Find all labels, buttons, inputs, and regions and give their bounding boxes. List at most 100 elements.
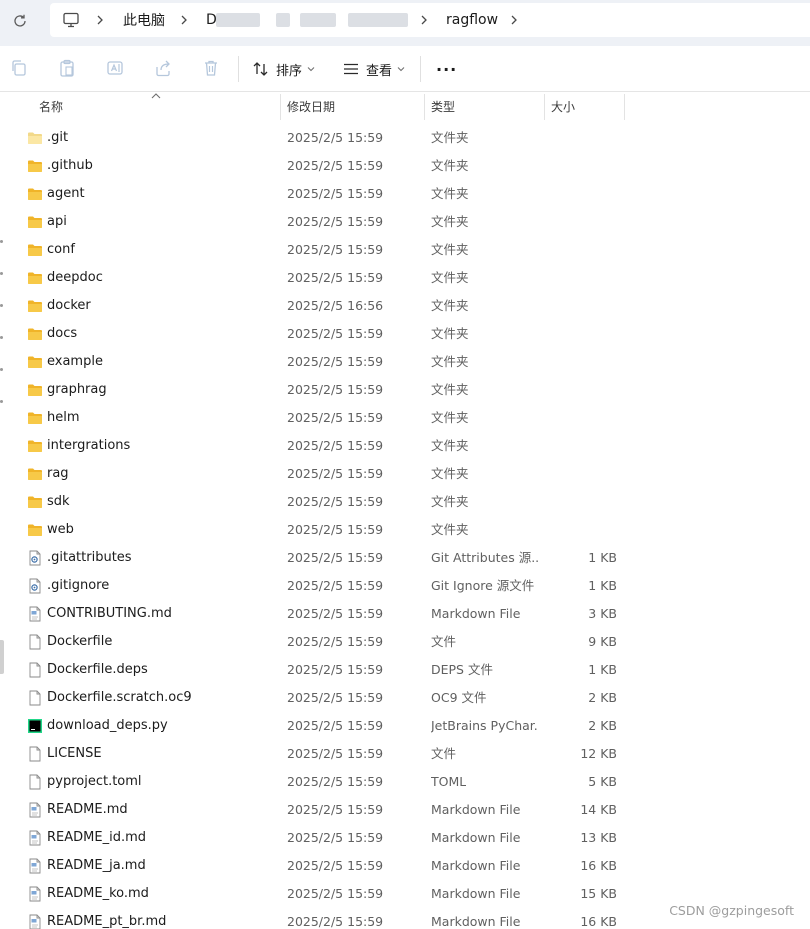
file-row[interactable]: helm 2025/2/5 15:59 文件夹 bbox=[0, 404, 810, 432]
file-name: deepdoc bbox=[47, 270, 103, 285]
column-header-name[interactable]: 名称 bbox=[39, 92, 63, 120]
file-row[interactable]: pyproject.toml 2025/2/5 15:59 TOML 5 KB bbox=[0, 768, 810, 796]
file-name: docker bbox=[47, 298, 91, 313]
breadcrumb-this-pc[interactable]: 此电脑 bbox=[123, 3, 165, 37]
file-date: 2025/2/5 15:59 bbox=[287, 914, 384, 929]
file-size: 14 KB bbox=[580, 802, 617, 817]
file-row[interactable]: .git 2025/2/5 15:59 文件夹 bbox=[0, 124, 810, 152]
file-date: 2025/2/5 15:59 bbox=[287, 214, 384, 229]
file-row[interactable]: Dockerfile 2025/2/5 15:59 文件 9 KB bbox=[0, 628, 810, 656]
file-type: Markdown File bbox=[431, 606, 521, 621]
rename-icon[interactable] bbox=[105, 58, 125, 78]
watermark: CSDN @gzpingesoft bbox=[669, 903, 794, 918]
file-row[interactable]: README_id.md 2025/2/5 15:59 Markdown File 1… bbox=[0, 824, 810, 852]
file-name: README_ko.md bbox=[47, 886, 149, 901]
file-name: sdk bbox=[47, 494, 70, 509]
file-row[interactable]: deepdoc 2025/2/5 15:59 文件夹 bbox=[0, 264, 810, 292]
file-type: 文件夹 bbox=[431, 382, 469, 397]
toolbar-divider bbox=[238, 56, 239, 82]
file-row[interactable]: conf 2025/2/5 15:59 文件夹 bbox=[0, 236, 810, 264]
file-name: download_deps.py bbox=[47, 718, 168, 733]
file-row[interactable]: .gitignore 2025/2/5 15:59 Git Ignore 源文件 1 … bbox=[0, 572, 810, 600]
chevron-right-icon[interactable] bbox=[508, 13, 520, 27]
file-row[interactable]: LICENSE 2025/2/5 15:59 文件 12 KB bbox=[0, 740, 810, 768]
file-type: 文件夹 bbox=[431, 298, 469, 313]
column-resize-handle[interactable] bbox=[624, 94, 625, 120]
file-type: 文件夹 bbox=[431, 130, 469, 145]
file-row[interactable]: CONTRIBUTING.md 2025/2/5 15:59 Markdown Fi… bbox=[0, 600, 810, 628]
folder-icon bbox=[27, 214, 43, 230]
file-row[interactable]: web 2025/2/5 15:59 文件夹 bbox=[0, 516, 810, 544]
file-row[interactable]: download_deps.py 2025/2/5 15:59 JetBrains … bbox=[0, 712, 810, 740]
column-header-type[interactable]: 类型 bbox=[431, 92, 455, 120]
blank-file-icon bbox=[27, 690, 43, 706]
file-row[interactable]: intergrations 2025/2/5 15:59 文件夹 bbox=[0, 432, 810, 460]
markdown-file-icon bbox=[27, 830, 43, 846]
share-icon[interactable] bbox=[153, 58, 173, 78]
file-name: LICENSE bbox=[47, 746, 102, 761]
chevron-down-icon bbox=[397, 67, 405, 72]
file-date: 2025/2/5 15:59 bbox=[287, 494, 384, 509]
column-header-date[interactable]: 修改日期 bbox=[287, 92, 335, 120]
file-row[interactable]: graphrag 2025/2/5 15:59 文件夹 bbox=[0, 376, 810, 404]
folder-icon bbox=[27, 270, 43, 286]
monitor-icon[interactable] bbox=[62, 11, 80, 29]
file-row[interactable]: README_ja.md 2025/2/5 15:59 Markdown File 1… bbox=[0, 852, 810, 880]
file-type: 文件 bbox=[431, 746, 457, 761]
address-bar[interactable]: 此电脑 D ragflow bbox=[50, 3, 810, 37]
file-name: README_ja.md bbox=[47, 858, 146, 873]
file-type: 文件夹 bbox=[431, 438, 469, 453]
refresh-icon[interactable] bbox=[10, 11, 30, 31]
chevron-right-icon[interactable] bbox=[94, 13, 106, 27]
file-name: graphrag bbox=[47, 382, 107, 397]
file-row[interactable]: README.md 2025/2/5 15:59 Markdown File 14 K… bbox=[0, 796, 810, 824]
file-row[interactable]: docker 2025/2/5 16:56 文件夹 bbox=[0, 292, 810, 320]
file-row[interactable]: Dockerfile.deps 2025/2/5 15:59 DEPS 文件 1 KB bbox=[0, 656, 810, 684]
column-resize-handle[interactable] bbox=[280, 94, 281, 120]
file-date: 2025/2/5 15:59 bbox=[287, 550, 384, 565]
file-name: Dockerfile.deps bbox=[47, 662, 148, 677]
sort-button[interactable]: 排序 bbox=[252, 54, 315, 84]
file-type: 文件夹 bbox=[431, 214, 469, 229]
file-type: Markdown File bbox=[431, 914, 521, 929]
file-name: agent bbox=[47, 186, 85, 201]
file-row[interactable]: docs 2025/2/5 15:59 文件夹 bbox=[0, 320, 810, 348]
file-size: 1 KB bbox=[588, 662, 617, 677]
folder-icon bbox=[27, 494, 43, 510]
file-type: 文件夹 bbox=[431, 410, 469, 425]
command-bar: 排序 查看 ··· bbox=[0, 46, 810, 92]
view-list-icon bbox=[344, 63, 358, 75]
file-row[interactable]: api 2025/2/5 15:59 文件夹 bbox=[0, 208, 810, 236]
file-row[interactable]: sdk 2025/2/5 15:59 文件夹 bbox=[0, 488, 810, 516]
file-type: 文件夹 bbox=[431, 158, 469, 173]
paste-icon[interactable] bbox=[57, 58, 77, 78]
breadcrumb-ragflow[interactable]: ragflow bbox=[446, 3, 498, 37]
chevron-right-icon[interactable] bbox=[418, 13, 430, 27]
file-row[interactable]: .gitattributes 2025/2/5 15:59 Git Attribut… bbox=[0, 544, 810, 572]
file-row[interactable]: rag 2025/2/5 15:59 文件夹 bbox=[0, 460, 810, 488]
column-header-size[interactable]: 大小 bbox=[551, 92, 575, 120]
markdown-file-icon bbox=[27, 858, 43, 874]
column-resize-handle[interactable] bbox=[424, 94, 425, 120]
file-type: Markdown File bbox=[431, 886, 521, 901]
file-name: helm bbox=[47, 410, 80, 425]
copy-icon[interactable] bbox=[9, 58, 29, 78]
redacted-path bbox=[276, 13, 290, 27]
file-row[interactable]: agent 2025/2/5 15:59 文件夹 bbox=[0, 180, 810, 208]
chevron-right-icon[interactable] bbox=[178, 13, 190, 27]
file-row[interactable]: .github 2025/2/5 15:59 文件夹 bbox=[0, 152, 810, 180]
file-row[interactable]: example 2025/2/5 15:59 文件夹 bbox=[0, 348, 810, 376]
file-row[interactable]: Dockerfile.scratch.oc9 2025/2/5 15:59 OC9 … bbox=[0, 684, 810, 712]
file-date: 2025/2/5 15:59 bbox=[287, 690, 384, 705]
address-bar-area: 此电脑 D ragflow bbox=[0, 0, 810, 46]
markdown-file-icon bbox=[27, 606, 43, 622]
delete-icon[interactable] bbox=[201, 58, 221, 78]
file-date: 2025/2/5 15:59 bbox=[287, 354, 384, 369]
file-size: 2 KB bbox=[588, 718, 617, 733]
folder-icon bbox=[27, 326, 43, 342]
view-button[interactable]: 查看 bbox=[342, 54, 405, 84]
file-name: web bbox=[47, 522, 74, 537]
column-resize-handle[interactable] bbox=[544, 94, 545, 120]
more-options-button[interactable]: ··· bbox=[436, 54, 457, 84]
folder-icon bbox=[27, 522, 43, 538]
